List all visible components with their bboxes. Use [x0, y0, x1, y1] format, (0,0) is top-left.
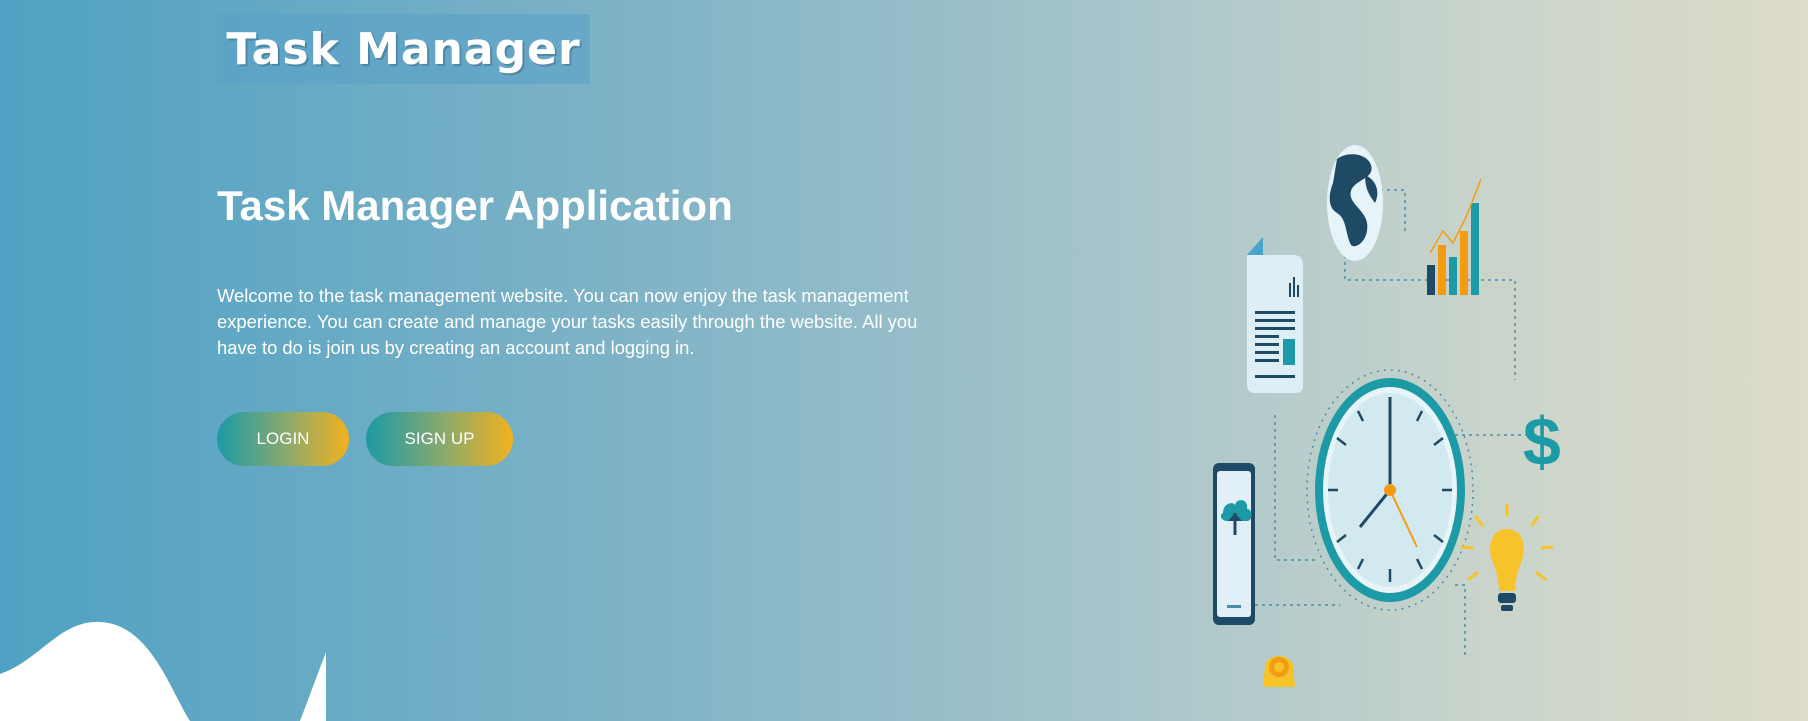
document-icon	[1247, 237, 1303, 393]
intro-text: Welcome to the task management website. …	[217, 285, 918, 358]
logo[interactable]: Task Manager	[217, 14, 590, 84]
smartphone-cloud-icon	[1213, 463, 1255, 625]
gear-icon	[1263, 656, 1295, 687]
clock-icon	[1306, 369, 1474, 611]
wave-decoration	[0, 621, 326, 721]
bar-chart-icon	[1427, 178, 1482, 295]
lightbulb-icon	[1460, 503, 1554, 611]
svg-text:$: $	[1523, 404, 1561, 480]
login-button[interactable]: LOGIN	[217, 412, 349, 466]
logo-text: Task Manager	[226, 23, 581, 75]
signup-button[interactable]: SIGN UP	[366, 412, 513, 466]
globe-icon	[1327, 145, 1383, 261]
task-illustration: $	[1213, 145, 1561, 687]
page-title: Task Manager Application	[217, 182, 733, 229]
dollar-icon: $	[1523, 404, 1561, 480]
